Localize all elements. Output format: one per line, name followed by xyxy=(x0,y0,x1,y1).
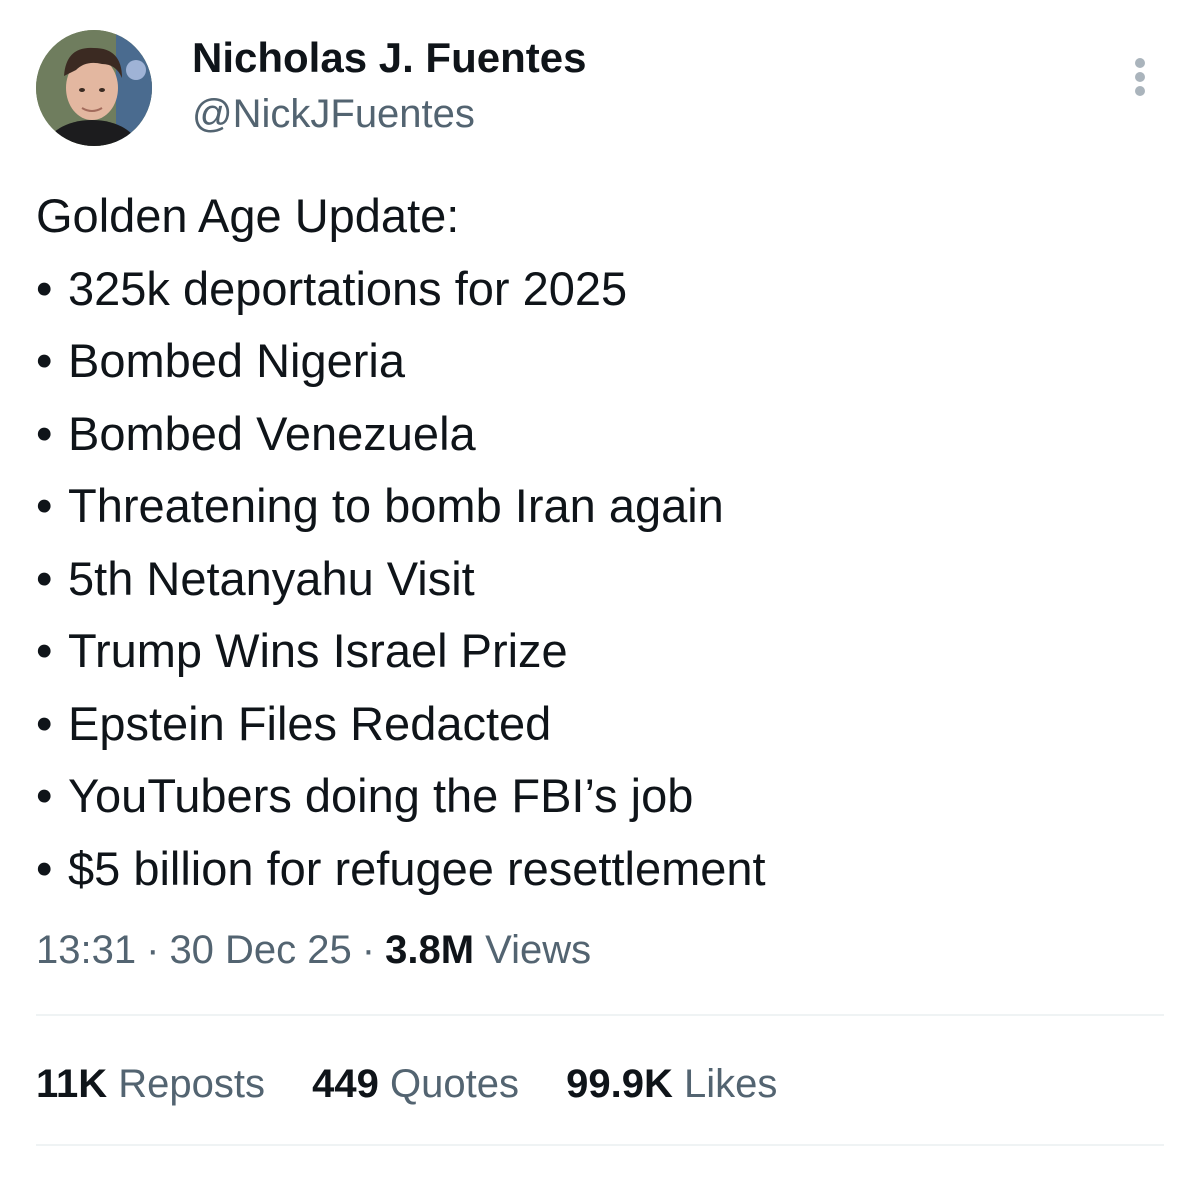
tweet-list-item: • 5th Netanyahu Visit xyxy=(36,543,1166,616)
more-vertical-icon xyxy=(1135,58,1145,68)
likes-stat[interactable]: 99.9K Likes xyxy=(566,1056,777,1112)
bullet: • xyxy=(36,334,53,387)
quotes-label: Quotes xyxy=(390,1062,520,1106)
bullet: • xyxy=(36,624,53,677)
tweet-list-item: • 325k deportations for 2025 xyxy=(36,253,1166,326)
bullet: • xyxy=(36,406,53,460)
likes-count: 99.9K xyxy=(566,1062,673,1106)
tweet-list-item: • Epstein Files Redacted xyxy=(36,688,1166,761)
tweet-list-item: • $5 billion for refugee resettlement xyxy=(36,833,1166,906)
views-label: Views xyxy=(485,928,592,972)
user-handle[interactable]: @NickJFuentes xyxy=(192,90,475,138)
quotes-stat[interactable]: 449 Quotes xyxy=(312,1056,519,1112)
bullet: • xyxy=(36,261,53,315)
separator: · xyxy=(361,928,376,972)
tweet-heading: Golden Age Update: xyxy=(36,189,460,242)
more-options-button[interactable] xyxy=(1122,54,1158,98)
tweet-text: Golden Age Update: • 325k deportations fo… xyxy=(36,180,1166,905)
divider xyxy=(36,1014,1164,1016)
tweet-list-item-text: Trump Wins Israel Prize xyxy=(68,624,568,677)
tweet-list-item: • Threatening to bomb Iran again xyxy=(36,470,1166,543)
tweet-list-item: • Bombed Nigeria xyxy=(36,325,1166,398)
separator: · xyxy=(146,928,160,972)
reposts-count: 11K xyxy=(36,1062,108,1106)
reposts-label: Reposts xyxy=(118,1062,266,1106)
display-name[interactable]: Nicholas J. Fuentes xyxy=(192,34,586,82)
views-count: 3.8M xyxy=(385,928,475,972)
tweet-list-item: • Trump Wins Israel Prize xyxy=(36,615,1166,688)
bullet: • xyxy=(36,551,53,605)
bullet: • xyxy=(36,841,53,895)
more-vertical-icon-dot xyxy=(1135,72,1145,82)
bullet: • xyxy=(36,479,53,532)
tweet-list-item-text: 325k deportations for 2025 xyxy=(68,261,628,315)
tweet-list-item-text: $5 billion for refugee resettlement xyxy=(68,841,766,895)
tweet-card: Nicholas J. Fuentes @NickJFuentes Golden… xyxy=(0,0,1200,1188)
avatar[interactable] xyxy=(36,30,152,146)
more-vertical-icon-dot xyxy=(1135,86,1145,96)
tweet-list-item-text: Threatening to bomb Iran again xyxy=(68,479,724,532)
bullet: • xyxy=(36,769,53,822)
tweet-list-item: • YouTubers doing the FBI’s job xyxy=(36,760,1166,833)
tweet-list-item-text: Epstein Files Redacted xyxy=(68,696,552,750)
quotes-count: 449 xyxy=(312,1062,379,1106)
avatar-image xyxy=(36,30,152,146)
divider xyxy=(36,1144,1164,1146)
tweet-list-item: • Bombed Venezuela xyxy=(36,398,1166,471)
tweet-list-item-text: Bombed Venezuela xyxy=(68,406,476,460)
tweet-list-item-text: Bombed Nigeria xyxy=(68,334,406,387)
reposts-stat[interactable]: 11K Reposts xyxy=(36,1056,265,1112)
tweet-list-item-text: YouTubers doing the FBI’s job xyxy=(68,769,694,822)
tweet-list-item-text: 5th Netanyahu Visit xyxy=(68,551,475,605)
likes-label: Likes xyxy=(684,1062,778,1106)
bullet: • xyxy=(36,696,53,750)
tweet-meta: 13:31 · 30 Dec 25 · 3.8M Views xyxy=(36,922,591,978)
tweet-date[interactable]: 30 Dec 25 xyxy=(169,928,351,972)
engagement-stats: 11K Reposts 449 Quotes 99.9K Likes xyxy=(36,1056,813,1112)
tweet-time[interactable]: 13:31 xyxy=(36,928,136,972)
